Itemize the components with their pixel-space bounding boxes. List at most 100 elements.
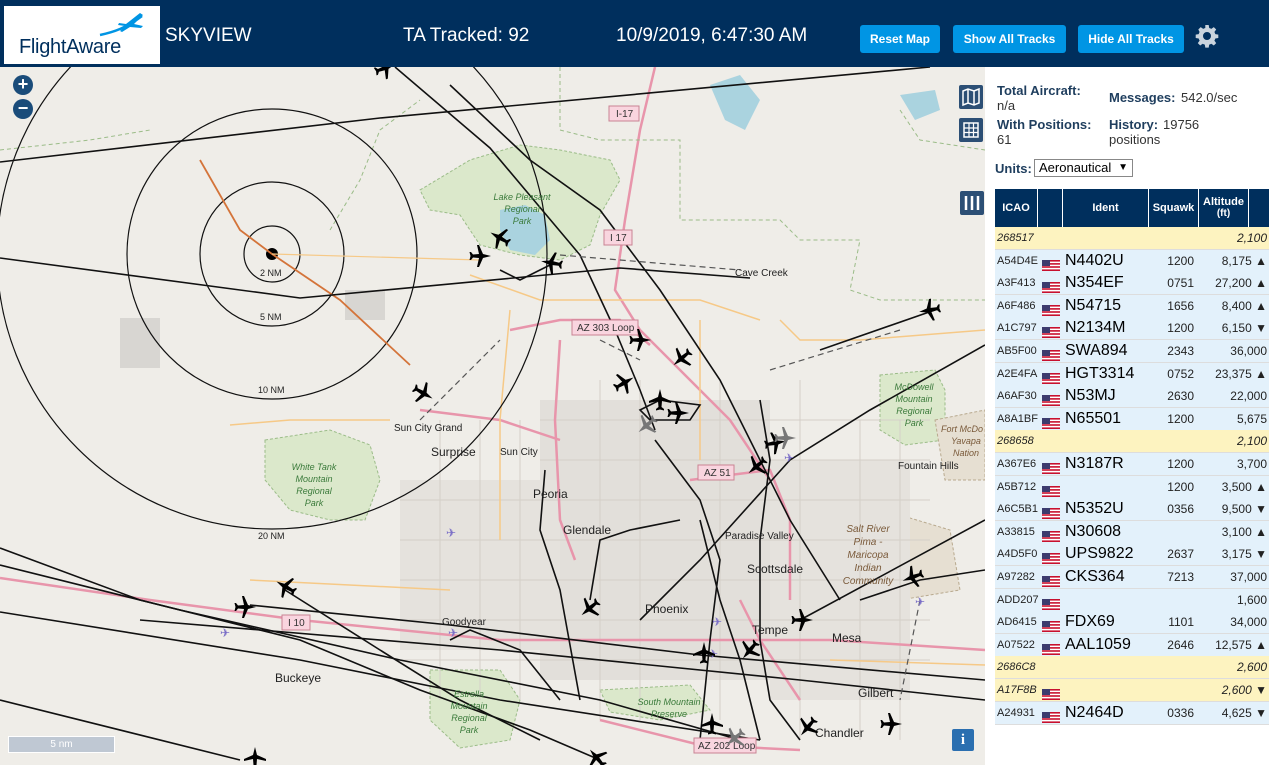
col-icao[interactable]: ICAO [995,189,1038,227]
altitude-cell: 37,000 [1230,570,1267,584]
park-fort-mcdowell-1: Fort McDo [941,424,983,434]
table-row[interactable]: 2686C8 2,600 [995,656,1269,680]
table-row[interactable]: A6F486 N54715 1656 8,400 ▲ [995,294,1269,318]
columns-toggle-button[interactable] [960,191,984,215]
aircraft-icon[interactable] [244,747,266,765]
ring-label-10nm: 10 NM [258,385,285,395]
squawk-cell: 7213 [1167,570,1194,584]
icao-cell: A6F486 [997,299,1036,312]
squawk-cell: 0356 [1167,502,1194,517]
history-label: History: [1109,117,1159,132]
ident-cell: N3187R [1065,455,1124,472]
col-ident[interactable]: Ident [1063,189,1149,227]
park-estrella-2: Mountain [450,701,487,711]
table-row[interactable]: A17F8B 2,600 ▼ [995,679,1269,702]
map-view[interactable]: 2 NM 5 NM 10 NM 20 NM Cave Creek Sun Cit… [0,67,985,765]
icao-cell: A17F8B [997,684,1037,696]
icao-cell: A8A1BF [997,412,1038,425]
park-lake-pleasant-1: Lake Pleasant [493,192,551,202]
aircraft-panel: Total Aircraft: n/a With Positions: 61 M… [985,67,1269,765]
table-row[interactable]: A54D4E N4402U 1200 8,175 ▲ [995,249,1269,273]
us-flag-icon [1042,414,1060,429]
park-salt-river-5: Community [843,576,895,587]
flightaware-logo[interactable]: FlightAware [4,6,160,64]
us-flag-icon [1042,527,1060,542]
table-row[interactable]: ADD207 1,600 [995,588,1269,612]
label-glendale: Glendale [563,523,611,537]
label-scottsdale: Scottsdale [747,562,803,576]
hide-all-tracks-button[interactable]: Hide All Tracks [1078,25,1184,53]
info-button[interactable]: i [952,729,974,751]
table-row[interactable]: A33815 N30608 3,100 ▲ [995,520,1269,544]
table-row[interactable]: A5B712 1200 3,500 ▲ [995,475,1269,499]
table-row[interactable]: A3F413 N354EF 0751 27,200 ▲ [995,272,1269,296]
map-canvas[interactable]: 2 NM 5 NM 10 NM 20 NM Cave Creek Sun Cit… [0,67,985,765]
table-row[interactable]: A8A1BF N65501 1200 5,675 [995,407,1269,431]
park-estrella-3: Regional [451,713,488,723]
squawk-cell: 1101 [1168,615,1194,630]
ident-cell: AAL1059 [1065,635,1131,653]
col-squawk[interactable]: Squawk [1149,189,1199,227]
with-positions-label: With Positions: [997,117,1092,132]
ring-label-20nm: 20 NM [258,531,285,541]
table-row[interactable]: A07522 AAL1059 2646 12,575 ▲ [995,633,1269,657]
table-row[interactable]: A2E4FA HGT3314 0752 23,375 ▲ [995,362,1269,386]
park-mcdowell-1: McDowell [894,382,934,392]
zoom-out-button[interactable]: − [13,99,33,119]
aircraft-icon[interactable] [917,297,943,323]
label-mesa: Mesa [832,631,862,645]
label-paradise-valley: Paradise Valley [725,531,794,542]
ring-label-2nm: 2 NM [260,268,282,278]
altitude-cell: 6,150 ▼ [1221,321,1267,336]
us-flag-icon [1042,482,1060,497]
us-flag-icon [1042,459,1060,474]
us-flag-icon [1042,708,1060,723]
altitude-cell: 3,175 ▼ [1221,547,1267,562]
zoom-in-button[interactable]: + [13,75,33,95]
col-altitude[interactable]: Altitude (ft) [1199,189,1249,227]
units-label: Units: [995,161,1032,176]
table-row[interactable]: 268658 2,100 [995,430,1269,454]
gear-icon[interactable] [1195,24,1219,48]
grid-toggle-button[interactable] [959,118,983,142]
table-row[interactable]: 268517 2,100 [995,227,1269,250]
label-sun-city-grand: Sun City Grand [394,423,462,434]
table-row[interactable]: A24931 N2464D 0336 4,625 ▼ [995,701,1269,725]
ident-cell: FDX69 [1065,613,1115,631]
altitude-cell: 1,600 [1236,592,1267,607]
table-row[interactable]: A4D5F0 UPS9822 2637 3,175 ▼ [995,543,1269,567]
icao-cell: AD6415 [997,616,1037,629]
altitude-cell: 3,100 ▲ [1221,524,1267,539]
col-flag[interactable] [1038,189,1063,227]
aircraft-icon[interactable] [408,378,439,409]
label-fountain-hills: Fountain Hills [898,461,959,472]
reset-map-button[interactable]: Reset Map [860,25,940,53]
total-aircraft-label: Total Aircraft: [997,83,1081,98]
aircraft-icon[interactable] [469,245,492,267]
altitude-cell: 23,375 ▲ [1215,366,1267,381]
map-layer-button[interactable] [959,85,983,109]
aircraft-icon[interactable] [666,342,698,374]
airport-icon: ✈ [784,451,794,465]
altitude-cell: 9,500 ▼ [1221,502,1267,517]
show-all-tracks-button[interactable]: Show All Tracks [953,25,1066,53]
airport-icon: ✈ [448,626,458,640]
map-icon [962,87,980,107]
aircraft-icon[interactable] [880,713,903,735]
table-row[interactable]: A1C797 N2134M 1200 6,150 ▼ [995,317,1269,341]
altitude-cell: 3,500 ▲ [1221,479,1267,494]
table-row[interactable]: A97282 CKS364 7213 37,000 [995,566,1269,589]
table-row[interactable]: AB5F00 SWA894 2343 36,000 [995,340,1269,363]
units-select[interactable]: Aeronautical ▼ [1034,159,1133,177]
table-row[interactable]: A6AF30 N53MJ 2630 22,000 [995,385,1269,409]
table-row[interactable]: A367E6 N3187R 1200 3,700 [995,453,1269,476]
aircraft-icon[interactable] [609,367,640,398]
us-flag-icon [1042,685,1060,700]
park-salt-river-4: Indian [854,563,882,574]
squawk-cell: 2630 [1167,389,1194,404]
us-flag-icon [1042,278,1060,294]
table-row[interactable]: A6C5B1 N5352U 0356 9,500 ▼ [995,498,1269,522]
aircraft-icon[interactable] [371,67,400,82]
park-white-tank-2: Mountain [295,474,332,484]
table-row[interactable]: AD6415 FDX69 1101 34,000 [995,611,1269,635]
